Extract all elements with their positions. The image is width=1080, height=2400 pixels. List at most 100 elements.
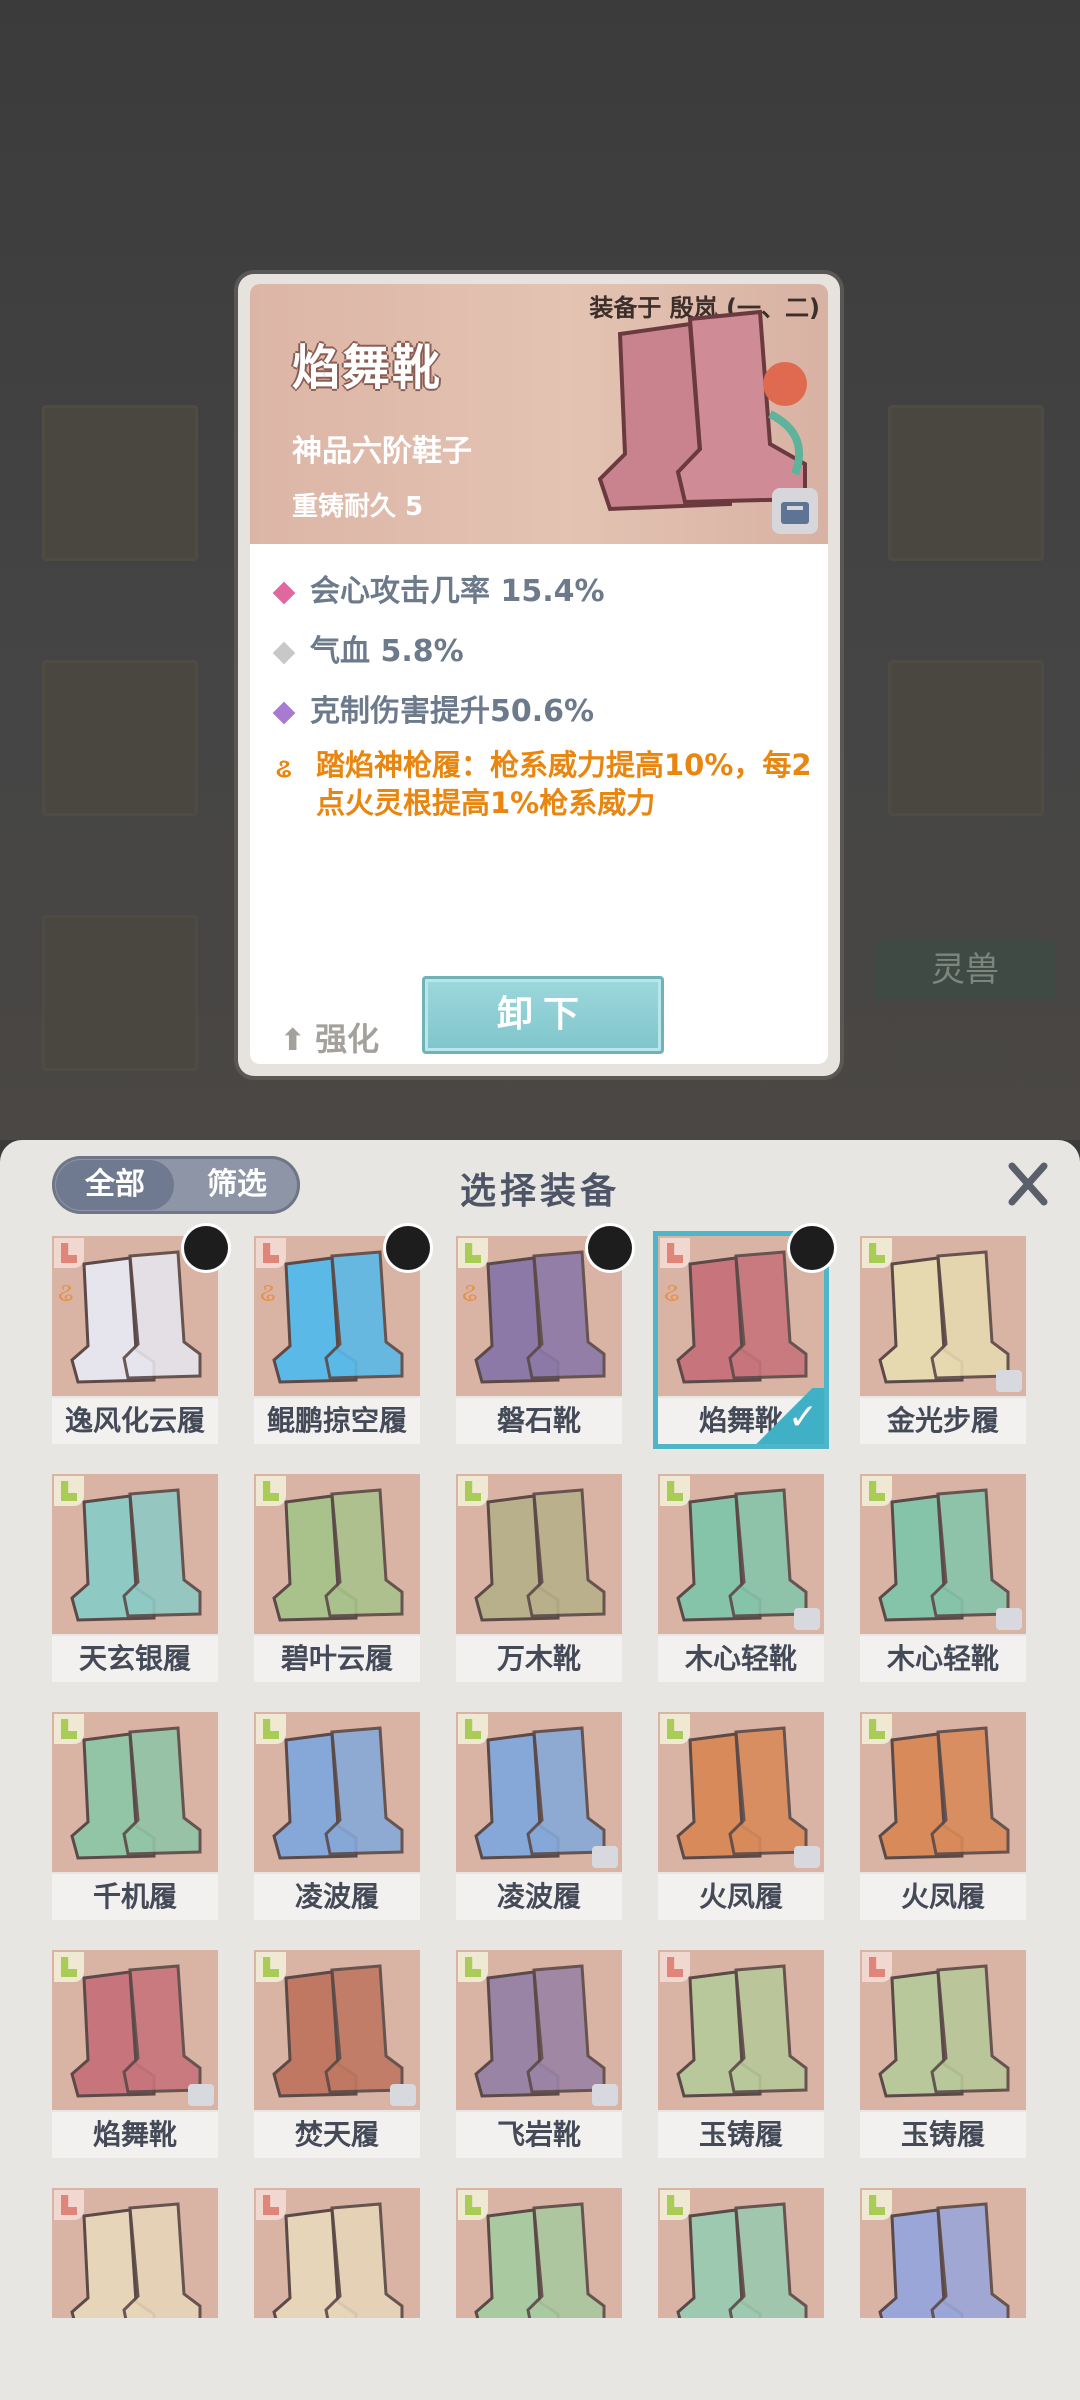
slot-type-icon: [862, 1952, 892, 1982]
close-icon[interactable]: [1002, 1158, 1054, 1210]
boot-icon: [676, 1726, 808, 1860]
equipment-slot[interactable]: 碧叶云履: [254, 1474, 420, 1682]
bg-pet-button: 灵兽: [875, 940, 1055, 1000]
strengthen-label: 强化: [315, 1020, 380, 1058]
equipment-slot[interactable]: ଌ 逸风化云履: [52, 1226, 228, 1444]
slot-type-icon: [458, 1238, 488, 1268]
slot-type-icon: [458, 1476, 488, 1506]
boot-icon: [878, 1250, 1010, 1384]
boot-icon: [878, 1488, 1010, 1622]
slot-type-icon: [256, 1952, 286, 1982]
equipment-name: 万木靴: [456, 1636, 622, 1682]
equipment-slot[interactable]: 木心轻靴: [860, 1474, 1026, 1682]
equipment-image: [860, 1236, 1026, 1396]
slot-type-icon: [54, 1238, 84, 1268]
selected-check-icon: ✓: [756, 1388, 824, 1444]
equipment-name: 木心轻靴: [860, 1636, 1026, 1682]
lock-icon: [592, 1846, 618, 1868]
equipment-slot[interactable]: [658, 2188, 824, 2318]
equipment-name: 玉铸履: [658, 2112, 824, 2158]
equipment-image: [254, 1712, 420, 1872]
equipment-slot[interactable]: 天玄银履: [52, 1474, 218, 1682]
equipment-slot[interactable]: 飞岩靴: [456, 1950, 622, 2158]
lock-icon: [996, 1370, 1022, 1392]
equipment-slot[interactable]: [52, 2188, 218, 2318]
boot-icon: [474, 1250, 606, 1384]
slot-type-icon: [862, 1714, 892, 1744]
boot-icon: [272, 1726, 404, 1860]
panel-title: 选择装备: [459, 1171, 620, 1212]
equipment-image: [860, 2188, 1026, 2318]
equipment-slot[interactable]: 金光步履: [860, 1236, 1026, 1444]
slot-type-icon: [458, 2190, 488, 2220]
bg-boots-slot: [42, 915, 198, 1071]
stat-line: 克制伤害提升50.6%: [272, 686, 595, 730]
equipment-slot[interactable]: 火凤履: [658, 1712, 824, 1920]
equipment-slot[interactable]: 玉铸履: [658, 1950, 824, 2158]
stat-line: 会心攻击几率 15.4%: [272, 566, 605, 610]
boot-icon: [70, 1488, 202, 1622]
equipment-slot[interactable]: [860, 2188, 1026, 2318]
boot-icon: [474, 2202, 606, 2318]
equipment-slot[interactable]: 焚天履: [254, 1950, 420, 2158]
boot-icon: [272, 2202, 404, 2318]
equipment-image: [456, 1474, 622, 1634]
bg-weapon-slot: [42, 405, 198, 561]
equipment-image: [456, 1950, 622, 2110]
equipment-slot[interactable]: 玉铸履: [860, 1950, 1026, 2158]
boot-icon: [272, 1964, 404, 2098]
special-effect: ଌ 踏焰神枪履：枪系威力提高10%，每2点火灵根提高1%枪系威力: [276, 746, 816, 822]
boot-icon: [676, 2202, 808, 2318]
rare-mark-icon: ଌ: [58, 1278, 74, 1308]
equipment-name: 焰舞靴: [52, 2112, 218, 2158]
lock-icon[interactable]: [772, 488, 818, 534]
slot-type-icon: [256, 1476, 286, 1506]
boot-icon: [878, 2202, 1010, 2318]
slot-type-icon: [256, 2190, 286, 2220]
boot-icon: [474, 1488, 606, 1622]
slot-type-icon: [862, 1238, 892, 1268]
boot-icon: [272, 1488, 404, 1622]
equipment-name: 木心轻靴: [658, 1636, 824, 1682]
lock-icon: [794, 1846, 820, 1868]
stat-text: 会心攻击几率 15.4%: [310, 574, 605, 609]
equipment-image: [52, 1712, 218, 1872]
bg-armor-slot: [42, 660, 198, 816]
equipment-slot[interactable]: [456, 2188, 622, 2318]
equipment-name: 天玄银履: [52, 1636, 218, 1682]
equipment-name: 凌波履: [254, 1874, 420, 1920]
boot-icon: [70, 1250, 202, 1384]
equipment-slot[interactable]: 凌波履: [254, 1712, 420, 1920]
equipment-slot[interactable]: ଌ 鲲鹏掠空履: [254, 1226, 430, 1444]
equipment-slot[interactable]: [254, 2188, 420, 2318]
equipment-slot[interactable]: 焰舞靴: [52, 1950, 218, 2158]
stat-text: 气血 5.8%: [310, 634, 464, 669]
equipment-name: 火凤履: [860, 1874, 1026, 1920]
item-name: 焰舞靴: [292, 340, 443, 396]
character-avatar: [588, 1226, 632, 1270]
equipment-image: [658, 1474, 824, 1634]
character-avatar: [790, 1226, 834, 1270]
diamond-icon: [272, 581, 296, 604]
equipment-slot[interactable]: 万木靴: [456, 1474, 622, 1682]
equipment-name: 凌波履: [456, 1874, 622, 1920]
equipment-detail-card: 装备于 殷岚 (一、二) 焰舞靴 神品六阶鞋子 重铸耐久 5 会心攻击几率 15…: [238, 274, 840, 1076]
lock-icon: [996, 1608, 1022, 1630]
equipment-name: 玉铸履: [860, 2112, 1026, 2158]
equipment-slot[interactable]: ଌ 磐石靴: [456, 1226, 632, 1444]
boot-icon: [474, 1726, 606, 1860]
equipment-slot[interactable]: 凌波履: [456, 1712, 622, 1920]
slot-type-icon: [660, 1714, 690, 1744]
slot-type-icon: [458, 1952, 488, 1982]
equipment-slot[interactable]: ଌ 焰舞靴 ✓: [658, 1226, 834, 1444]
equipment-image: [254, 2188, 420, 2318]
unequip-button[interactable]: 卸下: [422, 976, 664, 1054]
equipment-slot[interactable]: 火凤履: [860, 1712, 1026, 1920]
slot-type-icon: [54, 1714, 84, 1744]
equipment-image: [456, 1712, 622, 1872]
equipment-slot[interactable]: 木心轻靴: [658, 1474, 824, 1682]
equipment-slot[interactable]: 千机履: [52, 1712, 218, 1920]
boot-icon: [878, 1726, 1010, 1860]
strengthen-button[interactable]: ⬆ 强化: [280, 1014, 379, 1060]
stat-text: 克制伤害提升50.6%: [310, 694, 595, 729]
